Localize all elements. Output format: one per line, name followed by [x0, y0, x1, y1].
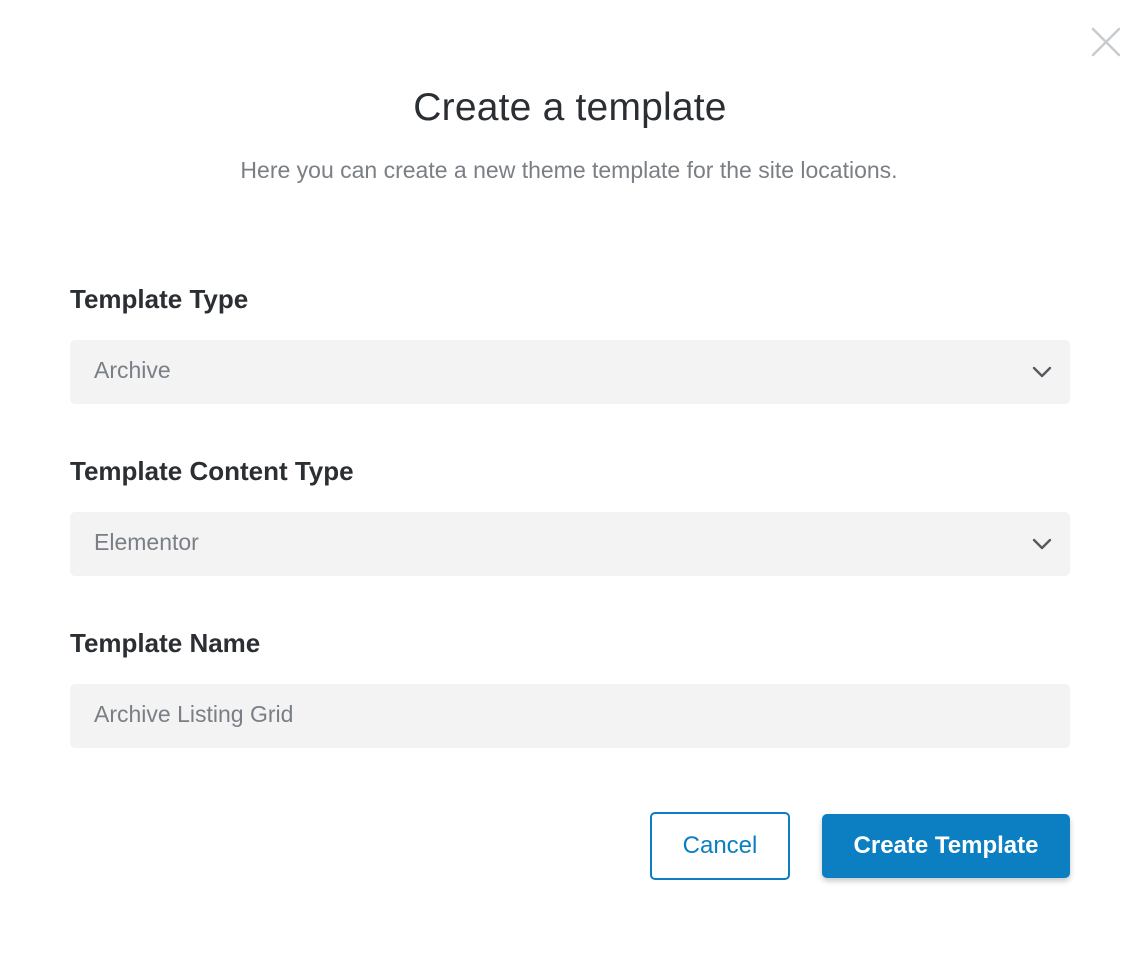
content-type-value: Elementor [94, 529, 199, 555]
close-icon [1091, 27, 1121, 57]
template-name-label: Template Name [70, 628, 261, 658]
cancel-button[interactable]: Cancel [650, 812, 790, 880]
content-type-label: Template Content Type [70, 456, 354, 486]
template-name-input[interactable]: Archive Listing Grid [70, 684, 1070, 748]
template-name-value: Archive Listing Grid [94, 701, 294, 727]
chevron-down-icon [1032, 366, 1052, 378]
dialog-subtitle: Here you can create a new theme template… [240, 157, 898, 183]
template-type-label: Template Type [70, 284, 249, 314]
template-type-value: Archive [94, 357, 171, 383]
create-template-button[interactable]: Create Template [822, 814, 1070, 878]
close-button[interactable] [1088, 24, 1124, 60]
template-type-select[interactable]: Archive [70, 340, 1070, 404]
dialog-title: Create a template [413, 86, 727, 129]
create-template-dialog: Create a template Here you can create a … [0, 0, 1144, 956]
chevron-down-icon [1032, 538, 1052, 550]
content-type-select[interactable]: Elementor [70, 512, 1070, 576]
